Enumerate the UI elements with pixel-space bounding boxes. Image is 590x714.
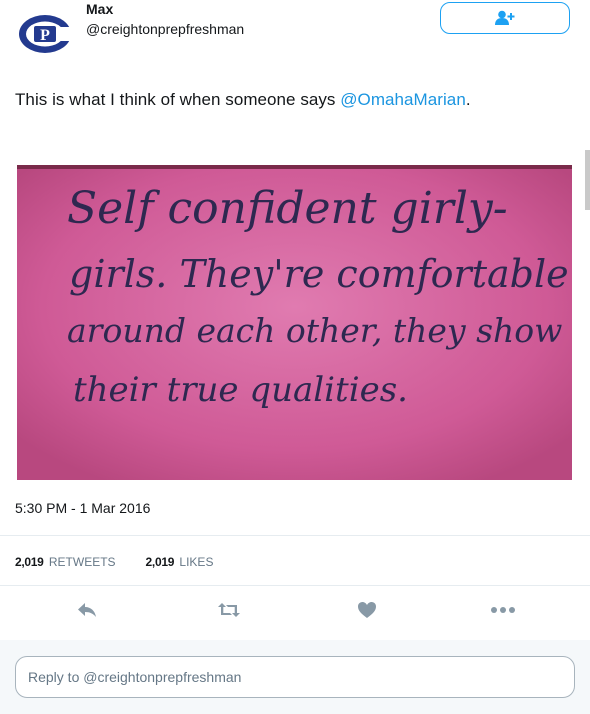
- divider: [0, 585, 590, 586]
- retweet-icon: [218, 603, 240, 617]
- user-handle[interactable]: @creightonprepfreshman: [86, 21, 244, 37]
- tweet-text-suffix: .: [465, 90, 471, 109]
- more-button[interactable]: [486, 595, 520, 625]
- retweets-stat[interactable]: 2,019 RETWEETS: [15, 555, 116, 569]
- more-icon: [491, 607, 515, 613]
- image-line-3: around each other, they show: [67, 311, 562, 350]
- tweet-timestamp[interactable]: 5:30 PM - 1 Mar 2016: [15, 500, 150, 516]
- tweet-image[interactable]: Self confident girly- girls. They're com…: [17, 165, 572, 480]
- tweet-stats: 2,019 RETWEETS 2,019 LIKES: [15, 555, 213, 569]
- likes-label: LIKES: [179, 555, 214, 569]
- svg-text:P: P: [40, 27, 50, 44]
- like-button[interactable]: [352, 595, 382, 625]
- heart-icon: [358, 602, 376, 618]
- retweets-count: 2,019: [15, 555, 44, 569]
- handwritten-note-image: Self confident girly- girls. They're com…: [17, 165, 572, 480]
- retweet-button[interactable]: [213, 595, 245, 625]
- retweets-label: RETWEETS: [48, 555, 116, 569]
- avatar[interactable]: P: [17, 12, 73, 56]
- image-line-4: their true qualities.: [73, 370, 408, 410]
- reply-button[interactable]: [72, 595, 102, 625]
- follow-button[interactable]: [440, 2, 570, 34]
- mention-link[interactable]: @OmahaMarian: [340, 90, 466, 109]
- creighton-prep-logo-icon: P: [19, 15, 73, 53]
- reply-input[interactable]: Reply to @creightonprepfreshman: [15, 656, 575, 698]
- tweet-text: This is what I think of when someone say…: [15, 90, 471, 110]
- image-line-2: girls. They're comfortable: [69, 252, 569, 296]
- display-name[interactable]: Max: [86, 1, 113, 17]
- likes-stat[interactable]: 2,019 LIKES: [146, 555, 214, 569]
- image-line-1: Self confident girly-: [67, 183, 508, 234]
- divider: [0, 535, 590, 536]
- likes-count: 2,019: [145, 555, 175, 569]
- tweet-text-prefix: This is what I think of when someone say…: [15, 90, 341, 109]
- follow-user-icon: [495, 10, 515, 25]
- reply-icon: [78, 603, 96, 617]
- scroll-edge: [585, 150, 590, 210]
